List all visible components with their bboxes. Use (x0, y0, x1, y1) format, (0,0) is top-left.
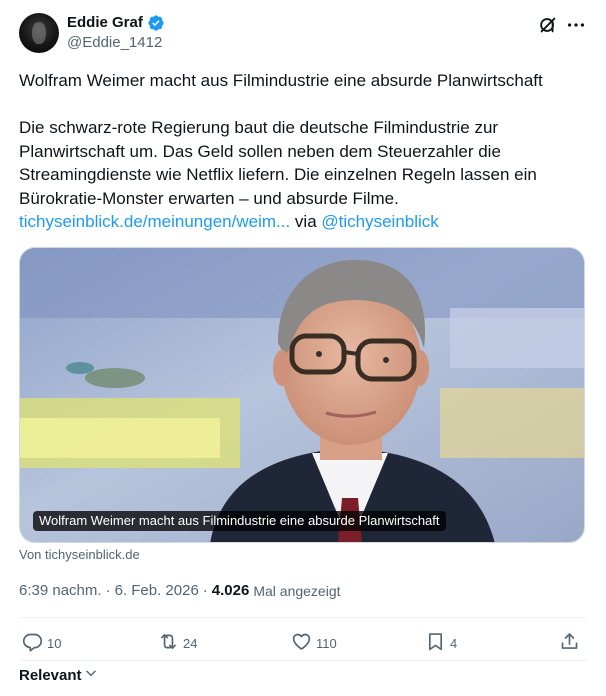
views-label: Mal angezeigt (253, 583, 341, 599)
author-handle[interactable]: @Eddie_1412 (67, 34, 162, 52)
article-link[interactable]: tichyseinblick.de/meinungen/weim... (19, 212, 290, 231)
reply-icon (22, 631, 43, 655)
via-handle-link[interactable]: @tichyseinblick (321, 212, 438, 231)
card-source[interactable]: Von tichyseinblick.de (19, 547, 140, 563)
sort-label: Relevant (19, 666, 82, 684)
post-date[interactable]: 6. Feb. 2026 (115, 582, 199, 600)
bookmark-count: 4 (450, 635, 458, 651)
post-body-text: Die schwarz-rote Regierung baut die deut… (19, 118, 537, 208)
author-display-name[interactable]: Eddie Graf (67, 14, 143, 32)
more-options-icon[interactable] (565, 14, 587, 36)
divider (19, 660, 587, 661)
post-text: Wolfram Weimer macht aus Filmindustrie e… (19, 69, 589, 234)
repost-button[interactable]: 24 (158, 631, 197, 655)
bookmark-button[interactable]: 4 (425, 631, 457, 655)
views-count: 4.026 (211, 582, 250, 599)
post-meta: 6:39 nachm. · 6. Feb. 2026 · 4.026 Mal a… (19, 582, 341, 600)
bookmark-icon (425, 631, 446, 655)
action-bar: 10 24 110 4 (19, 631, 587, 655)
post-detail: Eddie Graf @Eddie_1412 Wolfram Weimer ma… (0, 0, 606, 696)
post-time[interactable]: 6:39 nachm. (19, 582, 102, 600)
repost-icon (158, 631, 179, 655)
like-count: 110 (316, 635, 337, 651)
link-preview-card[interactable]: Wolfram Weimer macht aus Filmindustrie e… (19, 247, 585, 543)
chevron-down-icon (84, 666, 98, 684)
meta-separator: · (202, 582, 208, 599)
reply-count: 10 (47, 635, 62, 651)
sort-selector[interactable]: Relevant (19, 666, 98, 684)
like-button[interactable]: 110 (291, 631, 337, 655)
heart-icon (291, 631, 312, 655)
meta-separator: · (105, 582, 111, 599)
share-button[interactable] (559, 631, 580, 655)
repost-count: 24 (183, 635, 198, 651)
grok-icon[interactable] (537, 14, 559, 36)
share-icon (559, 631, 580, 655)
via-label: via (294, 212, 317, 231)
post-body: Die schwarz-rote Regierung baut die deut… (19, 116, 589, 234)
author-name-row: Eddie Graf (67, 14, 165, 32)
post-headline: Wolfram Weimer macht aus Filmindustrie e… (19, 71, 543, 90)
verified-badge-icon[interactable] (147, 14, 165, 32)
reply-button[interactable]: 10 (22, 631, 61, 655)
card-title: Wolfram Weimer macht aus Filmindustrie e… (33, 511, 446, 531)
card-image (20, 248, 584, 542)
avatar[interactable] (19, 13, 59, 53)
divider (19, 617, 587, 618)
